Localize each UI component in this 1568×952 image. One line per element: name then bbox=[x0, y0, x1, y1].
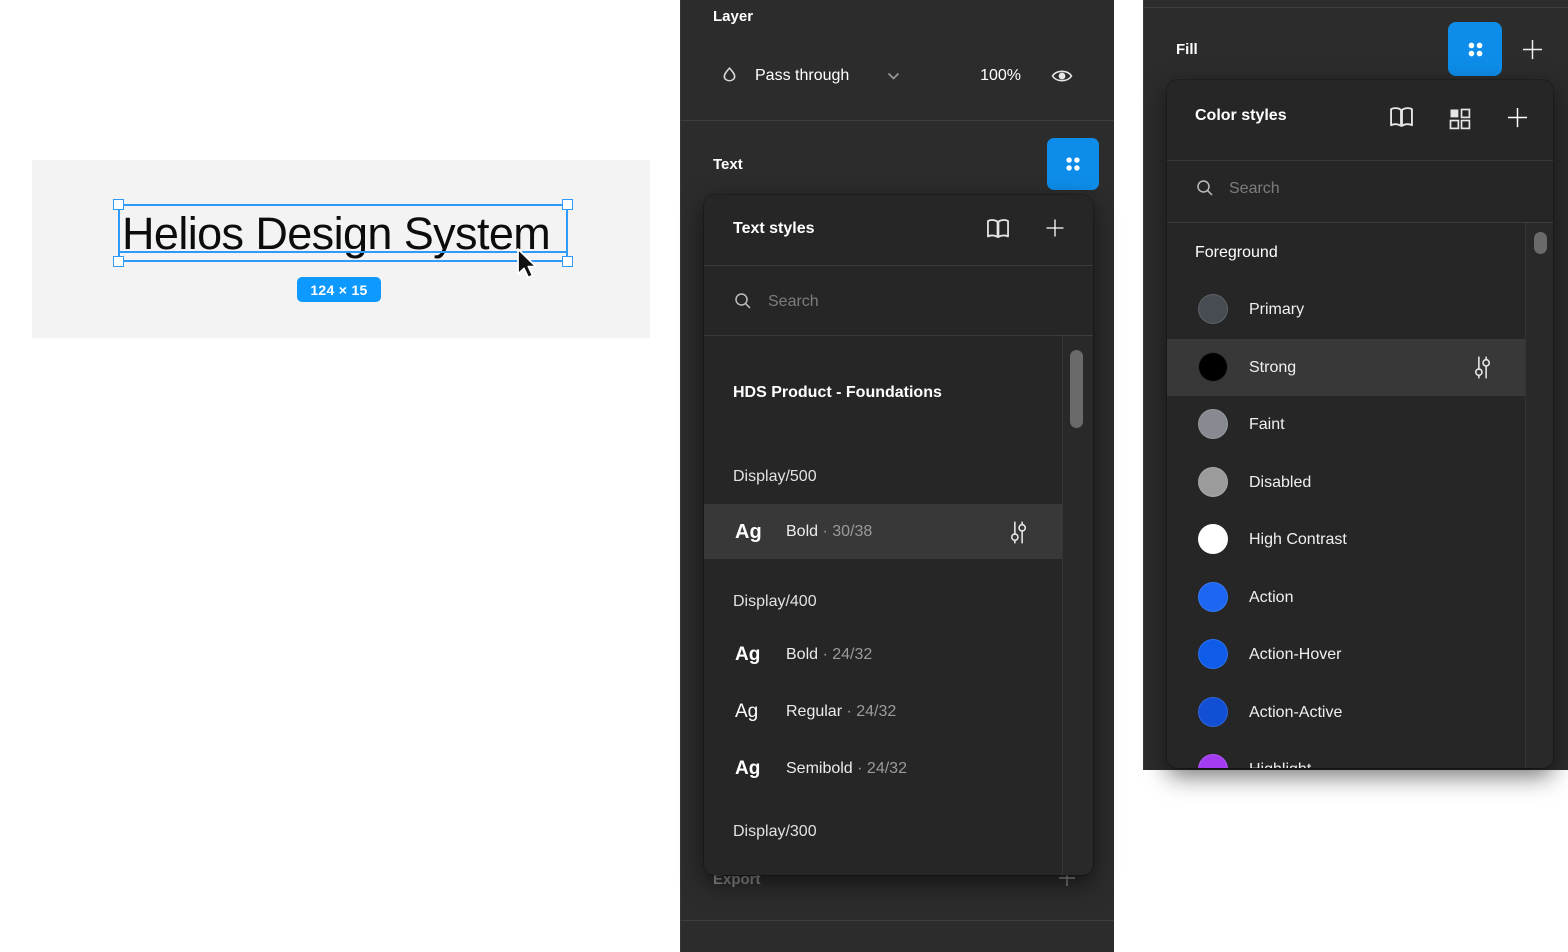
text-style-item[interactable]: Ag Semibold · 24/32 bbox=[704, 740, 1062, 797]
style-name: Regular · 24/32 bbox=[786, 703, 896, 721]
fill-section-title: Fill bbox=[1176, 40, 1198, 60]
style-section-display-400: Display/400 bbox=[733, 592, 817, 612]
search-icon bbox=[1195, 178, 1215, 198]
section-divider bbox=[1144, 7, 1568, 8]
text-styles-search-input[interactable] bbox=[766, 287, 1010, 317]
color-styles-title: Color styles bbox=[1195, 106, 1287, 126]
popover-divider bbox=[704, 335, 1093, 336]
section-divider bbox=[681, 120, 1114, 121]
color-style-item[interactable]: High Contrast bbox=[1167, 511, 1525, 568]
text-styles-title: Text styles bbox=[733, 219, 815, 239]
chevron-down-icon[interactable] bbox=[887, 72, 900, 80]
resize-handle-bottom-right[interactable] bbox=[562, 256, 573, 267]
color-style-item[interactable]: Action-Active bbox=[1167, 684, 1525, 741]
popover-divider bbox=[1167, 160, 1553, 161]
adjust-sliders-icon[interactable] bbox=[1006, 519, 1031, 546]
grid-view-icon[interactable] bbox=[1446, 105, 1473, 132]
style-dots-icon bbox=[1060, 151, 1086, 177]
style-name: Semibold · 24/32 bbox=[786, 760, 907, 778]
color-swatch bbox=[1198, 639, 1228, 669]
color-swatch bbox=[1198, 754, 1228, 768]
popover-divider bbox=[1167, 222, 1553, 223]
style-name: Bold · 30/38 bbox=[786, 523, 872, 541]
blend-mode-select[interactable]: Pass through bbox=[755, 66, 849, 86]
text-style-item-selected[interactable]: Ag Bold · 30/38 bbox=[704, 504, 1062, 559]
color-style-item[interactable]: Highlight bbox=[1167, 741, 1525, 768]
add-fill-plus-icon[interactable] bbox=[1519, 36, 1546, 63]
resize-handle-top-right[interactable] bbox=[562, 199, 573, 210]
add-style-plus-icon[interactable] bbox=[1504, 104, 1531, 131]
layer-section-title: Layer bbox=[713, 7, 753, 27]
add-style-plus-icon[interactable] bbox=[1043, 216, 1067, 240]
color-swatch bbox=[1198, 582, 1228, 612]
text-style-item[interactable]: Ag Regular · 24/32 bbox=[704, 683, 1062, 740]
style-preview: Ag bbox=[735, 643, 760, 667]
scrollbar-track[interactable] bbox=[1525, 222, 1553, 768]
text-section-title: Text bbox=[713, 155, 743, 175]
color-styles-popover: Color styles Foreground Primary Strong bbox=[1167, 80, 1553, 768]
library-book-icon[interactable] bbox=[1386, 104, 1417, 131]
color-swatch bbox=[1198, 467, 1228, 497]
color-swatch bbox=[1198, 524, 1228, 554]
color-style-item-selected[interactable]: Strong bbox=[1167, 339, 1525, 396]
text-styles-popover: Text styles HDS Product - Foundations Di… bbox=[704, 195, 1093, 875]
blend-droplet-icon bbox=[717, 61, 742, 90]
selected-text-layer[interactable]: Helios Design System bbox=[118, 204, 568, 262]
style-preview: Ag bbox=[735, 520, 762, 544]
canvas[interactable]: Helios Design System 124 × 15 bbox=[32, 160, 650, 338]
adjust-sliders-icon[interactable] bbox=[1470, 354, 1495, 381]
popover-divider bbox=[704, 265, 1093, 266]
resize-handle-bottom-left[interactable] bbox=[113, 256, 124, 267]
text-style-picker-button[interactable] bbox=[1047, 138, 1099, 190]
color-style-picker-button[interactable] bbox=[1448, 22, 1502, 76]
opacity-field[interactable]: 100% bbox=[951, 66, 1021, 86]
resize-handle-top-left[interactable] bbox=[113, 199, 124, 210]
color-style-item[interactable]: Action-Hover bbox=[1167, 626, 1525, 683]
eye-icon[interactable] bbox=[1045, 64, 1079, 88]
section-divider bbox=[681, 920, 1114, 921]
color-swatch bbox=[1198, 352, 1228, 382]
style-preview: Ag bbox=[735, 700, 758, 724]
mouse-cursor bbox=[510, 246, 540, 282]
style-group-title: HDS Product - Foundations bbox=[733, 383, 942, 403]
text-style-item[interactable]: Ag Bold · 24/32 bbox=[704, 626, 1062, 683]
search-icon bbox=[733, 291, 753, 311]
color-style-item[interactable]: Primary bbox=[1167, 281, 1525, 338]
color-swatch bbox=[1198, 409, 1228, 439]
color-group-title: Foreground bbox=[1195, 243, 1278, 263]
dimension-badge: 124 × 15 bbox=[297, 277, 381, 302]
color-styles-search-input[interactable] bbox=[1227, 174, 1471, 204]
color-swatch bbox=[1198, 697, 1228, 727]
style-section-display-500: Display/500 bbox=[733, 467, 817, 487]
style-name: Bold · 24/32 bbox=[786, 646, 872, 664]
library-book-icon[interactable] bbox=[983, 216, 1013, 242]
style-preview: Ag bbox=[735, 757, 760, 781]
color-style-item[interactable]: Action bbox=[1167, 569, 1525, 626]
text-baseline-indicator bbox=[119, 251, 567, 253]
style-dots-icon bbox=[1462, 36, 1489, 63]
scrollbar-thumb[interactable] bbox=[1070, 350, 1083, 428]
style-section-display-300: Display/300 bbox=[733, 822, 817, 842]
color-style-item[interactable]: Faint bbox=[1167, 396, 1525, 453]
scrollbar-thumb[interactable] bbox=[1534, 232, 1547, 254]
color-swatch bbox=[1198, 294, 1228, 324]
color-style-item[interactable]: Disabled bbox=[1167, 454, 1525, 511]
